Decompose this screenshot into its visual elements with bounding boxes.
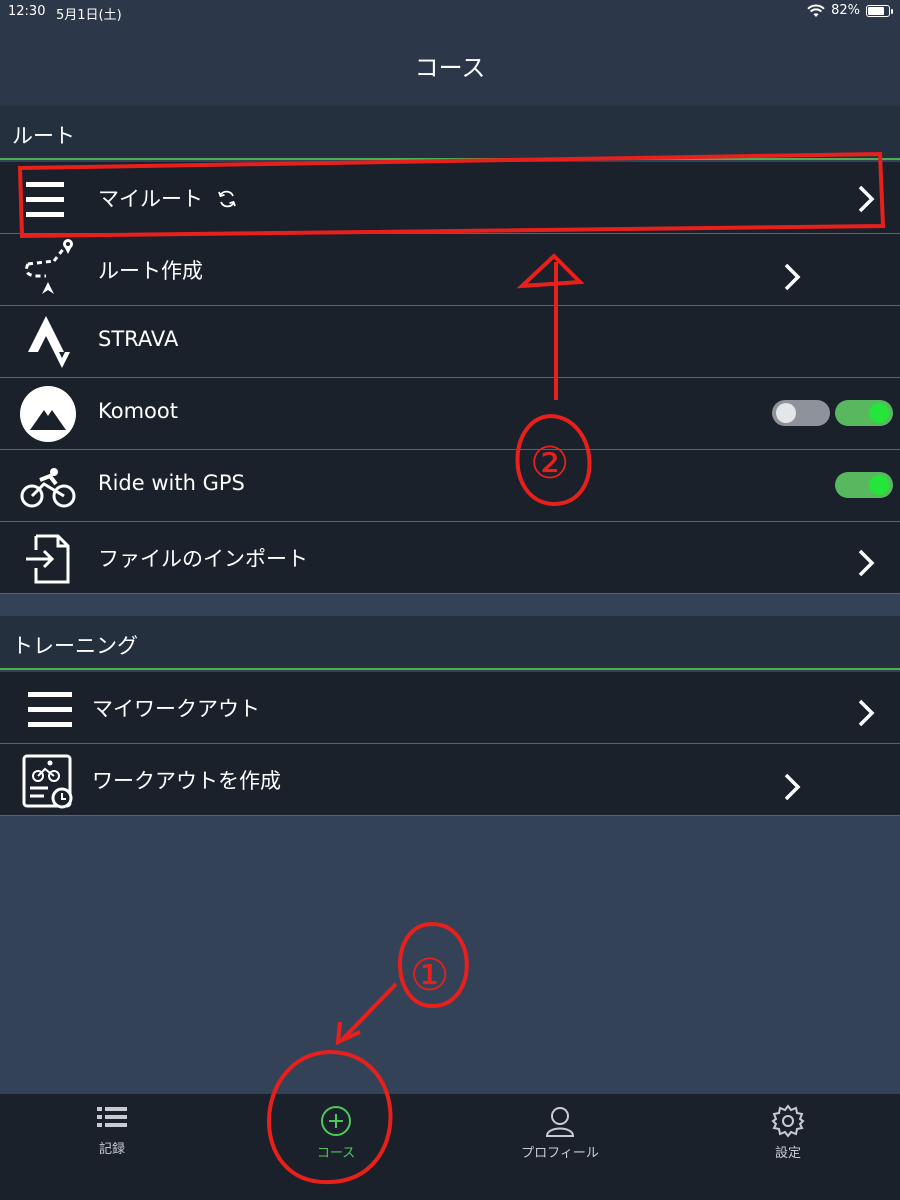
list-icon [26, 182, 64, 217]
chevron-right-icon [858, 549, 875, 577]
tab-bar: 記録 コース プロフィール 設定 [0, 1094, 900, 1200]
route-create-icon [24, 239, 73, 294]
ride-with-gps-toggle[interactable] [835, 472, 893, 498]
row-label: マイルート [98, 187, 203, 211]
row-label: ワークアウトを作成 [92, 769, 281, 793]
row-label: Komoot [98, 399, 178, 423]
chevron-right-icon [858, 699, 875, 727]
section-header-routes: ルート [0, 106, 900, 160]
section-header-training: トレーニング [0, 616, 900, 670]
list-bullets-icon [97, 1107, 127, 1127]
user-icon [545, 1107, 575, 1137]
plus-circle-icon [321, 1106, 351, 1136]
row-label: ルート作成 [98, 259, 203, 283]
komoot-icon [20, 386, 76, 442]
tab-records[interactable]: 記録 [52, 1104, 172, 1157]
tab-label: コース [316, 1146, 356, 1161]
file-import-icon [26, 534, 70, 584]
annotation-number-one: ① [410, 950, 449, 1001]
sync-icon[interactable] [216, 188, 238, 210]
row-label: マイワークアウト [92, 697, 260, 721]
tab-label: 設定 [774, 1146, 801, 1161]
list-icon [28, 692, 72, 727]
tab-profile[interactable]: プロフィール [500, 1104, 620, 1161]
status-date: 5月1日(土) [56, 8, 122, 23]
chevron-right-icon [784, 263, 801, 291]
battery-icon [866, 4, 893, 17]
komoot-toggle-off[interactable] [772, 400, 830, 426]
battery-level [868, 6, 885, 15]
row-label: STRAVA [98, 327, 179, 351]
row-my-routes[interactable]: マイルート [0, 162, 900, 234]
annotation-circle-one [398, 922, 469, 1009]
strava-icon [28, 316, 70, 368]
tab-course[interactable]: コース [276, 1104, 396, 1161]
status-right: 82% [807, 3, 893, 18]
chevron-right-icon [784, 773, 801, 801]
cyclist-icon [20, 468, 76, 508]
row-komoot[interactable]: Komoot [0, 378, 900, 450]
row-strava[interactable]: STRAVA [0, 306, 900, 378]
chevron-right-icon [858, 185, 875, 213]
battery-percent: 82% [831, 3, 860, 18]
row-create-route[interactable]: ルート作成 [0, 234, 900, 306]
section-title-training: トレーニング [12, 634, 138, 658]
komoot-toggle-on[interactable] [835, 400, 893, 426]
tab-label: 記録 [98, 1142, 125, 1157]
tab-label: プロフィール [521, 1146, 599, 1161]
wifi-icon [807, 4, 825, 17]
page-title: コース [414, 54, 486, 82]
status-bar: 12:30 5月1日(土) 82% [0, 0, 900, 24]
row-label: ファイルのインポート [98, 547, 308, 571]
workout-create-icon [22, 754, 73, 809]
status-time: 12:30 [8, 4, 46, 19]
row-file-import[interactable]: ファイルのインポート [0, 522, 900, 594]
tab-settings[interactable]: 設定 [728, 1104, 848, 1161]
row-create-workout[interactable]: ワークアウトを作成 [0, 744, 900, 816]
gear-icon [771, 1104, 805, 1138]
annotation-arrow-down-left [335, 982, 398, 1046]
nav-bar: コース [0, 24, 900, 106]
row-ride-with-gps[interactable]: Ride with GPS [0, 450, 900, 522]
row-my-workouts[interactable]: マイワークアウト [0, 672, 900, 744]
section-title-routes: ルート [12, 124, 75, 148]
row-label: Ride with GPS [98, 471, 245, 495]
